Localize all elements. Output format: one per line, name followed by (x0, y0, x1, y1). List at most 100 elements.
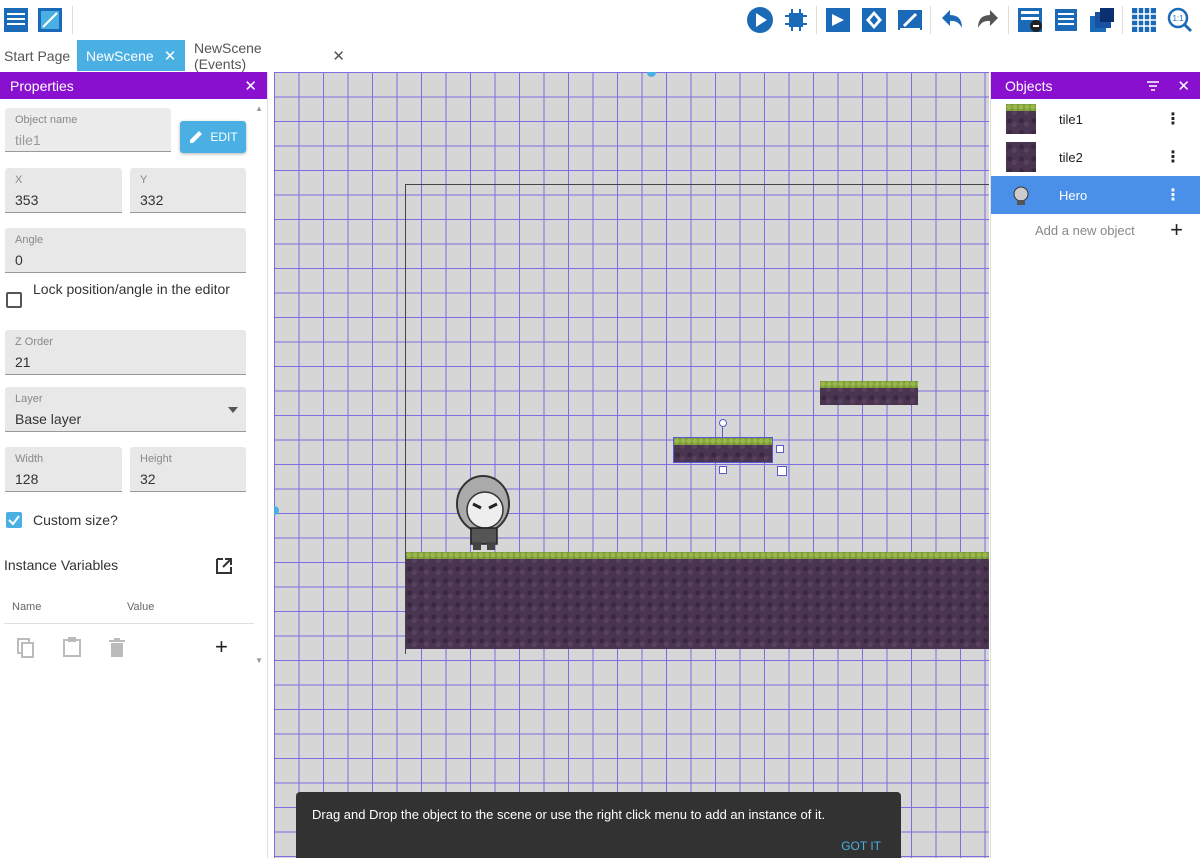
got-it-button[interactable]: GOT IT (841, 839, 881, 853)
more-vert-icon[interactable]: ⋮ (1165, 147, 1181, 167)
field-value: 353 (15, 192, 39, 208)
object-groups-icon[interactable] (860, 6, 888, 34)
rotation-handle[interactable] (719, 419, 727, 427)
view-resize-handle-left[interactable] (274, 506, 279, 515)
grass-top (820, 381, 918, 388)
undo-icon[interactable] (938, 6, 966, 34)
field-label: Object name (15, 114, 78, 126)
field-label: Y (140, 174, 148, 186)
redo-icon[interactable] (974, 6, 1002, 34)
objects-editor-icon[interactable] (824, 6, 852, 34)
edit-button[interactable]: EDIT (180, 121, 246, 153)
layer-select[interactable]: Layer Base layer (5, 387, 246, 432)
tab-start-page[interactable]: Start Page (0, 40, 76, 71)
add-new-object-button[interactable]: Add a new object + (991, 214, 1200, 246)
hero-thumbnail (1013, 186, 1029, 205)
lock-position-label: Lock position/angle in the editor (33, 281, 230, 297)
tab-newscene-events[interactable]: NewScene (Events) ✕ (185, 40, 345, 72)
debugger-icon[interactable] (782, 6, 810, 34)
object-item-tile2[interactable]: tile2 ⋮ (991, 138, 1200, 176)
more-vert-icon[interactable]: ⋮ (1165, 185, 1181, 205)
custom-size-checkbox[interactable] (6, 512, 22, 528)
add-object-label: Add a new object (1035, 223, 1135, 238)
scene-bound-top (405, 184, 989, 185)
properties-panel: Properties ✕ ▲ Object name tile1 EDIT X … (0, 72, 268, 858)
resize-handle-bottom[interactable] (719, 466, 727, 474)
angle-field[interactable]: Angle 0 (5, 228, 246, 273)
delete-icon[interactable] (109, 638, 125, 658)
check-icon (8, 515, 20, 526)
snackbar-message: Drag and Drop the object to the scene or… (312, 807, 826, 822)
field-value: tile1 (15, 132, 41, 148)
open-external-icon[interactable] (215, 557, 233, 575)
layers-list-icon[interactable] (1052, 6, 1080, 34)
z-order-field[interactable]: Z Order 21 (5, 330, 246, 375)
main-toolbar: 1:1 (0, 0, 1200, 40)
field-value: Base layer (15, 411, 82, 427)
svg-text:1:1: 1:1 (1172, 14, 1184, 23)
instance-variables-title: Instance Variables (4, 557, 119, 573)
field-value: 21 (15, 354, 31, 370)
object-name: tile2 (1059, 149, 1083, 165)
y-field[interactable]: Y 332 (130, 168, 246, 213)
project-manager-icon[interactable] (2, 6, 30, 34)
properties-header: Properties ✕ (0, 72, 267, 99)
view-resize-handle-top[interactable] (647, 72, 656, 77)
tile2-platform[interactable] (820, 381, 918, 405)
vars-column-value: Value (127, 601, 155, 613)
hero-sprite[interactable] (455, 474, 513, 554)
edit-label: EDIT (210, 130, 238, 144)
dropdown-arrow-icon (228, 407, 238, 413)
instances-list-icon[interactable] (1016, 6, 1044, 34)
editor-tabs: Start Page NewScene ✕ NewScene (Events) … (0, 40, 1200, 72)
object-item-tile1[interactable]: tile1 ⋮ (991, 100, 1200, 138)
close-icon[interactable]: ✕ (244, 77, 257, 95)
close-icon[interactable]: ✕ (332, 47, 345, 65)
tile1-selected-instance[interactable] (673, 437, 773, 463)
field-value: 32 (140, 471, 156, 487)
copy-icon[interactable] (17, 638, 35, 658)
resize-handle-corner[interactable] (777, 466, 787, 476)
scene-list-icon[interactable] (36, 6, 64, 34)
scene-canvas[interactable] (274, 72, 989, 858)
field-label: Angle (15, 234, 44, 246)
object-name: tile1 (1059, 111, 1083, 127)
close-icon[interactable]: ✕ (1177, 77, 1190, 95)
x-field[interactable]: X 353 (5, 168, 122, 213)
field-value: 332 (140, 192, 164, 208)
grid-toggle-icon[interactable] (1130, 6, 1158, 34)
object-name: Hero (1059, 187, 1088, 203)
field-value: 0 (15, 252, 23, 268)
panel-title: Properties (10, 77, 74, 94)
tile-thumbnail (1006, 104, 1036, 134)
paste-icon[interactable] (63, 637, 81, 657)
scroll-down-icon[interactable]: ▼ (255, 656, 263, 665)
zoom-reset-icon[interactable]: 1:1 (1166, 6, 1194, 34)
preview-play-icon[interactable] (746, 6, 774, 34)
scroll-up-icon[interactable]: ▲ (255, 104, 263, 113)
layers-stack-icon[interactable] (1088, 6, 1116, 34)
scene-properties-icon[interactable] (896, 6, 924, 34)
field-label: Height (140, 453, 172, 465)
width-field[interactable]: Width 128 (5, 447, 122, 492)
object-item-hero[interactable]: Hero ⋮ (991, 176, 1200, 214)
resize-handle-right[interactable] (776, 445, 784, 453)
tab-newscene[interactable]: NewScene ✕ (77, 40, 185, 71)
more-vert-icon[interactable]: ⋮ (1165, 109, 1181, 129)
field-label: Width (15, 453, 44, 465)
field-label: Z Order (15, 336, 53, 348)
ground-tiles[interactable] (406, 552, 989, 649)
height-field[interactable]: Height 32 (130, 447, 246, 492)
field-label: X (15, 174, 23, 186)
field-label: Layer (15, 393, 43, 405)
pencil-icon (190, 131, 203, 143)
lock-position-checkbox[interactable] (6, 292, 22, 308)
add-variable-button[interactable]: + (215, 634, 228, 660)
objects-panel: Objects ✕ tile1 ⋮ tile2 ⋮ Hero ⋮ Add a n… (990, 72, 1200, 858)
tile-thumbnail (1006, 142, 1036, 172)
close-icon[interactable]: ✕ (164, 47, 177, 65)
rotation-handle-line (722, 427, 723, 438)
objects-header: Objects ✕ (991, 72, 1200, 99)
object-name-field[interactable]: Object name tile1 (5, 108, 171, 152)
filter-icon[interactable] (1147, 80, 1160, 91)
